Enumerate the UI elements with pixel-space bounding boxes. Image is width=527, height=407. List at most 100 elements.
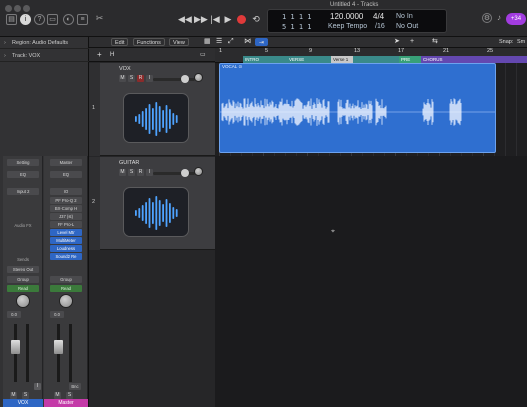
list-view-icon[interactable]: ☰ bbox=[213, 38, 225, 46]
plugin-slot-5[interactable]: Level Mtr bbox=[50, 229, 82, 236]
lcd-display[interactable]: 1 1 1 1 5 1 1 1 120.0000 Keep Tempo 4/4 … bbox=[267, 9, 447, 33]
marker-unnamed[interactable] bbox=[353, 56, 399, 63]
track-solo-button[interactable]: S bbox=[128, 75, 135, 82]
marker-chorus[interactable]: CHORUS bbox=[421, 56, 527, 63]
master-solo-button[interactable]: S bbox=[66, 392, 73, 399]
strip-name-master: Master bbox=[44, 399, 88, 407]
setting-slot[interactable]: Setting bbox=[7, 159, 39, 166]
marker-pre[interactable]: PRE bbox=[399, 56, 421, 63]
grid-view-icon[interactable]: ▦ bbox=[201, 38, 214, 46]
marker-intro[interactable]: INTRO bbox=[243, 56, 287, 63]
plugin-slot-8[interactable]: Sound2 Re bbox=[50, 253, 82, 260]
track-pan-knob[interactable] bbox=[194, 73, 203, 82]
plugin-slot-3[interactable]: J37 (st) bbox=[50, 213, 82, 220]
plugin-slot-2[interactable]: BX-Comp H bbox=[50, 205, 82, 212]
marker-verse[interactable]: VERSE bbox=[287, 56, 331, 63]
track-input-monitor-button[interactable]: I bbox=[146, 169, 153, 176]
master-pan-knob[interactable] bbox=[59, 294, 73, 308]
scissors-icon[interactable]: ✂ bbox=[94, 14, 105, 25]
track-name[interactable]: GUITAR bbox=[119, 160, 139, 166]
master-eq-slot[interactable]: EQ bbox=[50, 171, 82, 178]
track-mute-button[interactable]: M bbox=[119, 169, 126, 176]
output-slot[interactable]: Stereo Out bbox=[7, 266, 39, 273]
minimize-window-button[interactable] bbox=[14, 5, 21, 12]
mixer-icon[interactable]: ≡ bbox=[77, 14, 88, 25]
plugin-slot-1[interactable]: PF Pro-Q 2 bbox=[50, 197, 82, 204]
tuner-icon[interactable]: ♪ bbox=[495, 13, 503, 24]
library-icon[interactable]: ▤ bbox=[6, 14, 17, 25]
pencil-tool-icon[interactable]: + bbox=[407, 38, 417, 46]
play-icon[interactable]: ▶ bbox=[223, 13, 233, 26]
avatar[interactable]: +34 bbox=[506, 13, 526, 25]
marker-verse-1[interactable]: Verse 1 bbox=[331, 56, 353, 63]
zoom-window-button[interactable] bbox=[23, 5, 30, 12]
record-icon[interactable] bbox=[237, 15, 246, 24]
pan-knob[interactable] bbox=[16, 294, 30, 308]
pointer-tool-icon[interactable]: ➤ bbox=[391, 38, 403, 46]
input-monitor-button[interactable]: I bbox=[34, 383, 41, 390]
inspector-icon[interactable]: i bbox=[20, 14, 31, 25]
plugin-slot-7[interactable]: Loudness bbox=[50, 245, 82, 252]
automation-slot[interactable]: Read bbox=[7, 285, 39, 292]
track-inspector-header[interactable]: Track: VOX bbox=[0, 50, 89, 62]
track-record-button[interactable]: R bbox=[137, 169, 144, 176]
track-solo-button[interactable]: S bbox=[128, 169, 135, 176]
region-waveform bbox=[220, 98, 495, 126]
volume-value[interactable]: 0.0 bbox=[7, 311, 21, 318]
master-group-slot[interactable]: Group bbox=[50, 276, 82, 283]
track-volume-knob[interactable] bbox=[181, 169, 189, 177]
master-volume-fader[interactable] bbox=[54, 340, 63, 354]
bounce-button[interactable]: Bnc bbox=[69, 383, 81, 390]
track-headers: + H ▭ 1 VOX M S R I 2 GUITAR M S R I bbox=[89, 48, 215, 407]
edit-menu[interactable]: Edit bbox=[111, 38, 129, 46]
tracks-menu-bar: Edit Functions View ▦ ☰ ⤢ ⋈ ⇥ ➤ + ⇆ Snap… bbox=[89, 37, 527, 48]
audio-region-vocal[interactable]: VOCAL ⊙ bbox=[219, 63, 496, 153]
track-input-monitor-button[interactable]: I bbox=[146, 75, 153, 82]
master-mute-button[interactable]: M bbox=[54, 392, 61, 399]
plugin-slot-6[interactable]: MultiMeter bbox=[50, 237, 82, 244]
close-window-button[interactable] bbox=[5, 5, 12, 12]
view-menu[interactable]: View bbox=[169, 38, 189, 46]
input-slot[interactable]: Input 2 bbox=[7, 188, 39, 195]
fast-forward-icon[interactable]: ▶▶ bbox=[194, 13, 208, 26]
snap-value[interactable]: Sm bbox=[514, 38, 527, 46]
cycle-icon[interactable]: ⟲ bbox=[251, 13, 261, 26]
arrange-area[interactable]: 1 5 9 13 17 21 25 INTRO VERSE Verse 1 PR… bbox=[215, 48, 527, 407]
go-to-start-icon[interactable]: |◀ bbox=[209, 13, 221, 26]
plugin-slot-4[interactable]: FF Pro-L bbox=[50, 221, 82, 228]
toolbar-icon[interactable]: ▭ bbox=[47, 14, 58, 25]
track-header-vox[interactable]: 1 VOX M S R I bbox=[89, 63, 215, 156]
flex-icon[interactable]: ⋈ bbox=[241, 38, 254, 46]
channel-strip-master: Master EQ IO PF Pro-Q 2 BX-Comp H J37 (s… bbox=[44, 156, 88, 407]
global-tracks-icon[interactable]: H bbox=[107, 51, 117, 59]
mute-button[interactable]: M bbox=[10, 392, 17, 399]
rewind-icon[interactable]: ◀◀ bbox=[178, 13, 192, 26]
settings-icon[interactable]: ⚙ bbox=[482, 13, 492, 23]
solo-button[interactable]: S bbox=[22, 392, 29, 399]
ruler[interactable]: 1 5 9 13 17 21 25 INTRO VERSE Verse 1 PR… bbox=[215, 48, 527, 63]
track-pan-knob[interactable] bbox=[194, 167, 203, 176]
help-icon[interactable]: ? bbox=[34, 14, 45, 25]
smart-controls-icon[interactable]: ◐ bbox=[63, 14, 74, 25]
track-options-icon[interactable]: ▭ bbox=[197, 51, 209, 59]
zoom-fit-icon[interactable]: ⇆ bbox=[429, 38, 441, 46]
group-slot[interactable]: Group bbox=[7, 276, 39, 283]
functions-menu[interactable]: Functions bbox=[133, 38, 165, 46]
track-name[interactable]: VOX bbox=[119, 66, 131, 72]
eq-slot[interactable]: EQ bbox=[7, 171, 39, 178]
master-setting-slot[interactable]: Master bbox=[50, 159, 82, 166]
title-bar: ▤ i ? ▭ ◐ ≡ ✂ Untitled 4 - Tracks ◀◀ ▶▶ … bbox=[0, 0, 527, 37]
add-track-icon[interactable]: + bbox=[94, 51, 105, 59]
catch-playhead-icon[interactable]: ⇥ bbox=[255, 38, 269, 46]
track-header-guitar[interactable]: 2 GUITAR M S R I bbox=[89, 157, 215, 250]
automation-icon[interactable]: ⤢ bbox=[225, 38, 237, 46]
volume-fader[interactable] bbox=[11, 340, 20, 354]
track-volume-knob[interactable] bbox=[181, 75, 189, 83]
track-record-button[interactable]: R bbox=[137, 75, 144, 82]
region-inspector-header[interactable]: Region: Audio Defaults bbox=[0, 37, 89, 49]
master-io-slot[interactable]: IO bbox=[50, 188, 82, 195]
master-volume-value[interactable]: 0.0 bbox=[50, 311, 64, 318]
track-lane-guitar[interactable] bbox=[215, 156, 527, 407]
master-automation-slot[interactable]: Read bbox=[50, 285, 82, 292]
track-mute-button[interactable]: M bbox=[119, 75, 126, 82]
